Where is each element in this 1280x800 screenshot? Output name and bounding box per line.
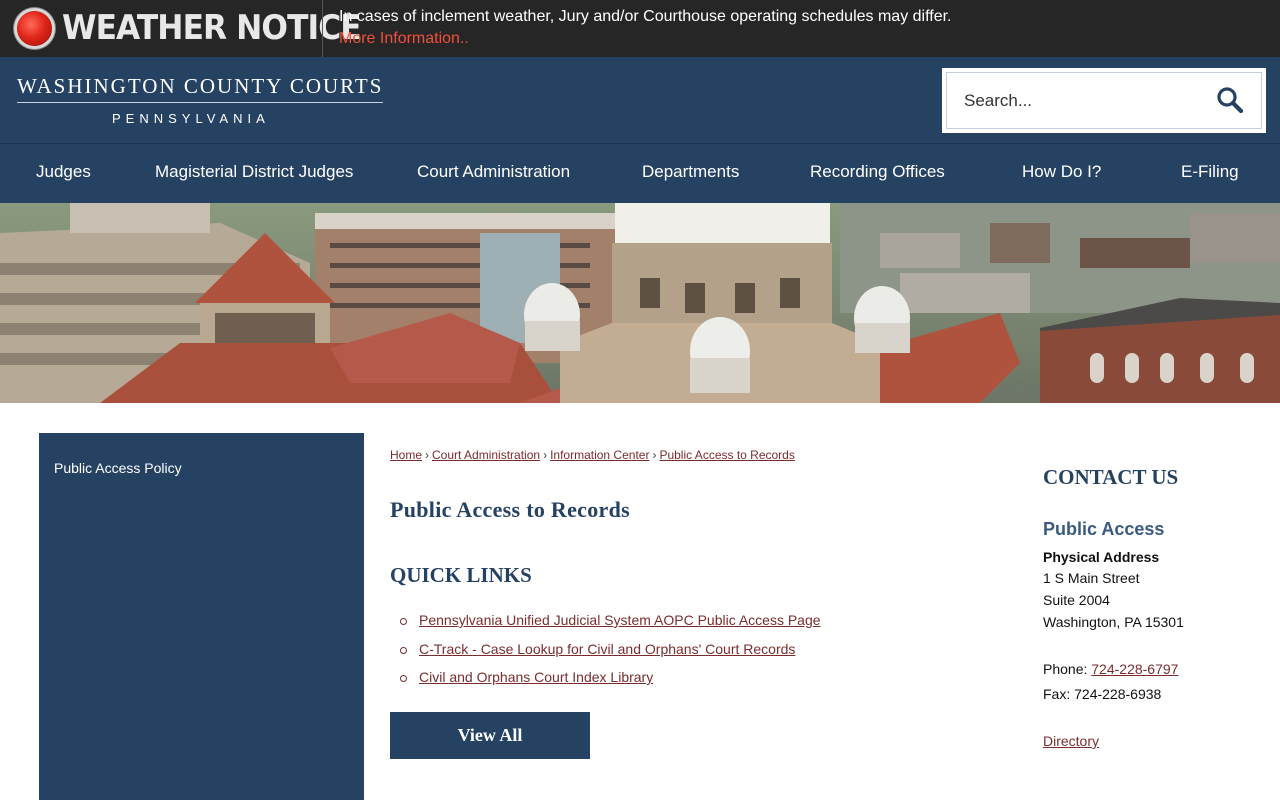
notice-divider — [322, 0, 323, 57]
address-label: Physical Address — [1043, 549, 1160, 565]
nav-e-filing[interactable]: E-Filing — [1181, 144, 1239, 204]
logo-title: WASHINGTON COUNTY COURTS — [17, 74, 384, 98]
quick-link-c-track-case-lookup[interactable]: C-Track - Case Lookup for Civil and Orph… — [419, 641, 795, 657]
breadcrumb-separator: › — [543, 448, 548, 462]
courthouse-aerial-illustration — [0, 203, 1280, 403]
list-item: Pennsylvania Unified Judicial System AOP… — [400, 612, 821, 641]
search-button[interactable] — [1216, 86, 1246, 116]
breadcrumb: Home › Court Administration › Information Ce… — [390, 448, 795, 462]
alert-dot-icon — [17, 11, 52, 46]
main-navigation: Judges Magisterial District Judges Court… — [0, 143, 1280, 203]
breadcrumb-separator: › — [425, 448, 430, 462]
address-line-2: Suite 2004 — [1043, 592, 1110, 608]
nav-departments[interactable]: Departments — [642, 144, 739, 204]
nav-how-do-i[interactable]: How Do I? — [1022, 144, 1101, 204]
breadcrumb-separator: › — [652, 448, 657, 462]
address-line-3: Washington, PA 15301 — [1043, 614, 1184, 630]
phone-link[interactable]: 724-228-6797 — [1091, 661, 1178, 677]
weather-notice-bar: WEATHER NOTICE In cases of inclement wea… — [0, 0, 1280, 57]
more-information-link[interactable]: More Information.. — [339, 29, 469, 49]
hero-banner-image — [0, 203, 1280, 403]
directory-line: Directory — [1043, 733, 1099, 749]
breadcrumb-home[interactable]: Home — [390, 448, 422, 462]
search-icon — [1217, 87, 1244, 114]
address-line-1: 1 S Main Street — [1043, 570, 1140, 586]
sidebar-item-public-access-policy[interactable]: Public Access Policy — [54, 460, 182, 476]
nav-court-administration[interactable]: Court Administration — [417, 144, 570, 204]
search-box — [942, 68, 1266, 133]
weather-notice-title: WEATHER NOTICE — [62, 8, 362, 48]
list-item: C-Track - Case Lookup for Civil and Orph… — [400, 641, 821, 670]
quick-link-index-library[interactable]: Civil and Orphans Court Index Library — [419, 669, 653, 685]
side-navigation: Public Access Policy — [39, 433, 364, 800]
page-title: Public Access to Records — [390, 497, 630, 522]
directory-link[interactable]: Directory — [1043, 733, 1099, 749]
phone-label: Phone: — [1043, 661, 1088, 677]
logo-rule — [17, 102, 383, 103]
phone-line: Phone: 724-228-6797 — [1043, 661, 1178, 677]
quick-links-title: QUICK LINKS — [390, 563, 532, 587]
view-all-button[interactable]: View All — [390, 712, 590, 759]
breadcrumb-information-center[interactable]: Information Center — [550, 448, 649, 462]
search-input[interactable] — [964, 89, 1194, 113]
quick-link-aopc-public-access[interactable]: Pennsylvania Unified Judicial System AOP… — [419, 612, 821, 628]
fax-line: Fax: 724-228-6938 — [1043, 686, 1162, 702]
weather-notice-message: In cases of inclement weather, Jury and/… — [339, 8, 952, 25]
quick-links-list: Pennsylvania Unified Judicial System AOP… — [400, 612, 821, 698]
nav-recording-offices[interactable]: Recording Offices — [810, 144, 945, 204]
list-item: Civil and Orphans Court Index Library — [400, 669, 821, 698]
breadcrumb-public-access-to-records[interactable]: Public Access to Records — [659, 448, 794, 462]
site-header: WASHINGTON COUNTY COURTS PENNSYLVANIA — [0, 57, 1280, 143]
breadcrumb-court-administration[interactable]: Court Administration — [432, 448, 540, 462]
logo-subtitle: PENNSYLVANIA — [112, 111, 270, 126]
nav-judges[interactable]: Judges — [36, 144, 91, 204]
contact-department: Public Access — [1043, 519, 1165, 539]
nav-magisterial-district-judges[interactable]: Magisterial District Judges — [155, 144, 353, 204]
contact-title: CONTACT US — [1043, 465, 1179, 489]
